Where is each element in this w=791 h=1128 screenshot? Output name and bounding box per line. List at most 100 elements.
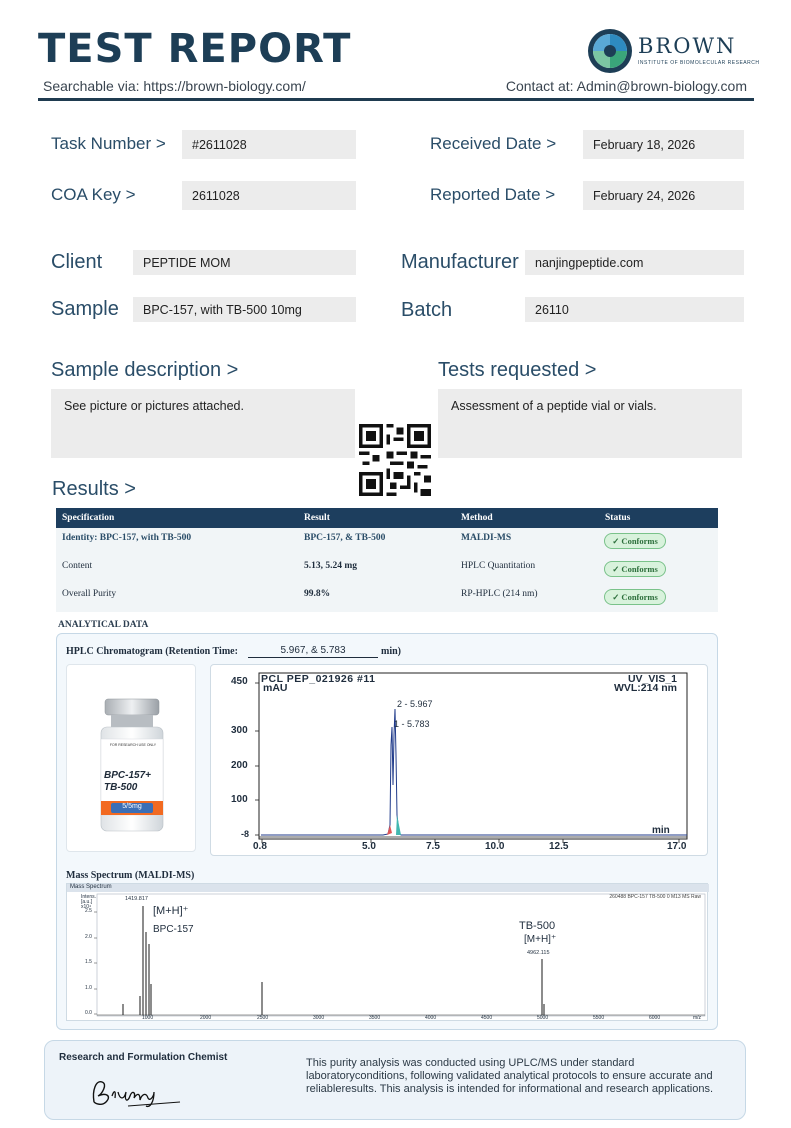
col-method: Method: [461, 513, 493, 523]
brown-logo-icon: [588, 29, 632, 73]
ms-y-tick: 1.5: [85, 959, 92, 965]
y-tick: 450: [231, 676, 248, 687]
table-row: Content 5.13, 5.24 mg HPLC Quantitation …: [56, 556, 718, 584]
ms-y-tick: 1.0: [85, 985, 92, 991]
ms-x-tick: 2000: [200, 1015, 212, 1021]
ms-x-tick: 6000: [649, 1015, 661, 1021]
chrom-x-unit: min: [652, 825, 670, 836]
tests-requested-label: Tests requested >: [438, 359, 597, 381]
chrom-y-unit: mAU: [263, 682, 288, 694]
vial-photo: FOR RESEARCH USE ONLY BPC-157+ TB-500 5/…: [66, 664, 196, 852]
ms-header: Mass Spectrum: [70, 884, 112, 890]
cell-result: 5.13, 5.24 mg: [304, 561, 358, 571]
ms-x-tick: 2500: [257, 1015, 269, 1021]
ms-x-tick: 5500: [593, 1015, 605, 1021]
y-tick: 200: [231, 760, 248, 771]
x-tick: 12.5: [549, 841, 569, 852]
ms-y-tick: 0.0: [85, 1010, 92, 1016]
table-row: Overall Purity 99.8% RP-HPLC (214 nm) ✓ …: [56, 584, 718, 612]
ms-y-tick: 2.0: [85, 934, 92, 940]
col-result: Result: [304, 513, 330, 523]
vial-icon: [100, 698, 164, 832]
sample-description-label: Sample description >: [51, 359, 239, 381]
tests-requested-box: Assessment of a peptide vial or vials.: [438, 389, 742, 458]
y-tick: 300: [231, 725, 248, 736]
cell-spec: Overall Purity: [62, 589, 117, 599]
sample-field: BPC-157, with TB-500 10mg: [133, 297, 356, 322]
vial-line1: FOR RESEARCH USE ONLY: [109, 743, 157, 747]
task-number-label: Task Number >: [51, 134, 166, 153]
chemist-title: Research and Formulation Chemist: [59, 1052, 228, 1063]
cell-result: 99.8%: [304, 589, 331, 599]
batch-label: Batch: [401, 299, 453, 321]
contact-email[interactable]: Contact at: Admin@brown-biology.com: [506, 78, 747, 94]
hplc-title: HPLC Chromatogram (Retention Time:: [66, 646, 238, 657]
client-field: PEPTIDE MOM: [133, 250, 356, 275]
x-tick: 0.8: [253, 841, 267, 852]
ms-y-tick: 2.5: [85, 908, 92, 914]
task-number-field: #2611028: [182, 130, 356, 159]
cell-result: BPC-157, & TB-500: [304, 533, 386, 543]
retention-time-value: 5.967, & 5.783: [248, 645, 378, 658]
cell-method: MALDI-MS: [461, 533, 512, 543]
logo-tagline: INSTITUTE OF BIOMOLECULAR RESEARCH: [638, 60, 760, 66]
x-tick: 5.0: [362, 841, 376, 852]
mass-spectrum: Mass Spectrum 260488 BPC-157 TB-500 0 M1…: [66, 883, 709, 1021]
cell-spec: Content: [62, 561, 93, 571]
status-badge: ✓ Conforms: [604, 533, 666, 549]
received-date-label: Received Date >: [430, 134, 557, 153]
ms-mh-label-1: [M+H]⁺: [153, 905, 189, 917]
sample-label: Sample: [51, 298, 119, 320]
batch-field: 26110: [525, 297, 744, 322]
ms-peak-mass: 1419.817: [125, 896, 148, 902]
client-label: Client: [51, 251, 103, 273]
coa-key-label: COA Key >: [51, 185, 136, 204]
mass-spectrum-title: Mass Spectrum (MALDI-MS): [66, 870, 195, 881]
status-badge: ✓ Conforms: [604, 561, 666, 577]
cell-method: HPLC Quantitation: [461, 561, 536, 571]
sample-description-box: See picture or pictures attached.: [51, 389, 355, 458]
hplc-chromatogram: PCL PEP_021926 #11 UV_VIS_1 WVL:214 nm m…: [210, 664, 708, 856]
received-date-field: February 18, 2026: [583, 130, 744, 159]
reported-date-field: February 24, 2026: [583, 181, 744, 210]
ms-tb-mass: 4962.115: [527, 950, 550, 956]
ms-x-tick: 4500: [481, 1015, 493, 1021]
analytical-data-title: ANALYTICAL DATA: [58, 620, 149, 630]
ms-mh-label-2: [M+H]⁺: [524, 934, 557, 945]
ms-bpc-label: BPC-157: [153, 924, 194, 935]
vial-name2: TB-500: [104, 782, 138, 793]
report-title: TEST REPORT: [38, 26, 352, 72]
searchable-url[interactable]: Searchable via: https://brown-biology.co…: [43, 78, 306, 94]
reported-date-label: Reported Date >: [430, 185, 556, 204]
vial-dose: 5/5mg: [122, 803, 142, 810]
retention-time-unit: min): [381, 646, 401, 657]
manufacturer-label: Manufacturer: [401, 251, 519, 273]
ms-file: 260488 BPC-157 TB-500 0 M13 MS Raw: [609, 894, 701, 900]
ms-x-tick: 3000: [313, 1015, 325, 1021]
signature-image: [92, 1081, 181, 1108]
ms-x-tick: 5000: [537, 1015, 549, 1021]
table-row: Identity: BPC-157, with TB-500 BPC-157, …: [56, 528, 718, 556]
ms-tb-label: TB-500: [519, 920, 556, 932]
peak-label-2: 2 - 5.967: [397, 699, 433, 709]
qr-code-icon[interactable]: [359, 424, 431, 496]
ms-x-tick: 1000: [142, 1015, 154, 1021]
y-tick: 100: [231, 794, 248, 805]
results-label: Results >: [52, 478, 136, 500]
results-table-header: Specification Result Method Status: [56, 508, 718, 528]
col-status: Status: [605, 513, 631, 523]
logo-name: BROWN: [638, 34, 737, 58]
x-tick: 10.0: [485, 841, 505, 852]
vial-name1: BPC-157+: [104, 770, 151, 781]
header-divider: [38, 98, 754, 101]
cell-method: RP-HPLC (214 nm): [461, 589, 538, 599]
cell-spec: Identity: BPC-157, with TB-500: [62, 533, 192, 543]
manufacturer-field: nanjingpeptide.com: [525, 250, 744, 275]
ms-x-tick: 3500: [369, 1015, 381, 1021]
peak-label-1: 1 - 5.783: [394, 719, 430, 729]
x-tick: 7.5: [426, 841, 440, 852]
chrom-wvl: WVL:214 nm: [613, 682, 677, 694]
ms-x-tick: 4000: [425, 1015, 437, 1021]
col-specification: Specification: [62, 513, 115, 523]
disclaimer-text: This purity analysis was conducted using…: [306, 1057, 714, 1096]
